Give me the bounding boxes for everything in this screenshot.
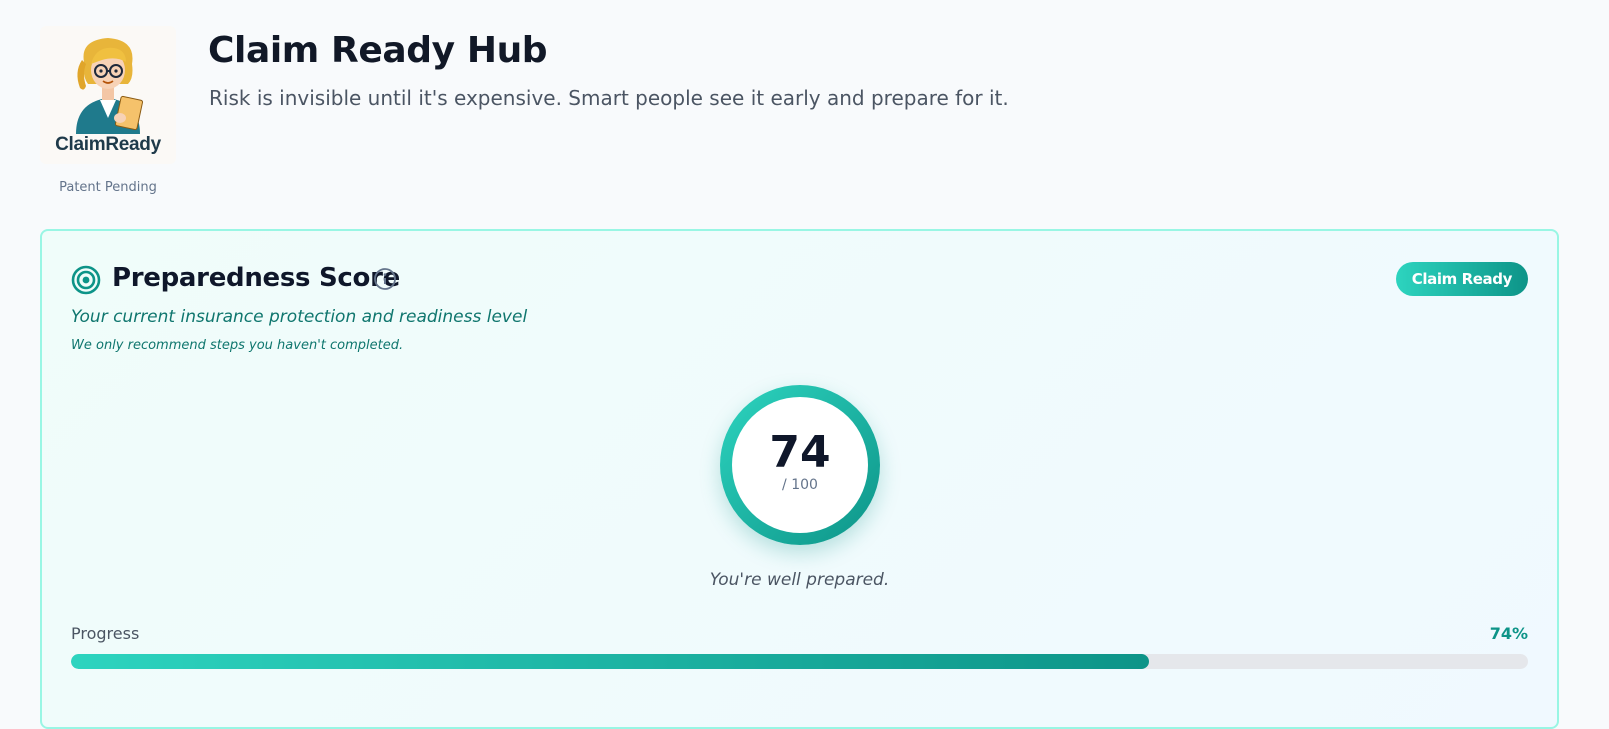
patent-label: Patent Pending: [59, 180, 157, 195]
target-icon: [71, 265, 101, 295]
progress-percent: 74%: [1489, 624, 1528, 643]
page-tagline: Risk is invisible until it's expensive. …: [209, 86, 1009, 110]
progress-bar: [71, 654, 1528, 669]
agent-avatar-icon: [76, 38, 144, 134]
progress-label: Progress: [71, 624, 140, 643]
page-title: Claim Ready Hub: [208, 30, 548, 71]
card-note: We only recommend steps you haven't comp…: [71, 338, 404, 353]
progress-bar-fill: [71, 654, 1150, 669]
card-title: Preparedness Score: [112, 263, 400, 293]
score-value: 74: [769, 427, 831, 478]
page-header: ClaimReady Patent Pending Claim Ready Hu…: [40, 26, 1560, 206]
badge-label: Claim Ready: [1411, 270, 1513, 288]
score-max: / 100: [782, 477, 818, 493]
logo[interactable]: ClaimReady: [40, 26, 176, 164]
claim-ready-badge[interactable]: Claim Ready: [1395, 262, 1528, 296]
logo-text: ClaimReady: [55, 134, 161, 155]
score-gauge: 74 / 100: [720, 385, 880, 545]
score-caption: You're well prepared.: [709, 570, 890, 590]
info-icon[interactable]: [373, 267, 397, 291]
score-gauge-center: 74 / 100: [732, 397, 868, 533]
card-subtitle: Your current insurance protection and re…: [71, 307, 528, 327]
preparedness-score-card: Preparedness Score Your current insuranc…: [40, 229, 1559, 729]
